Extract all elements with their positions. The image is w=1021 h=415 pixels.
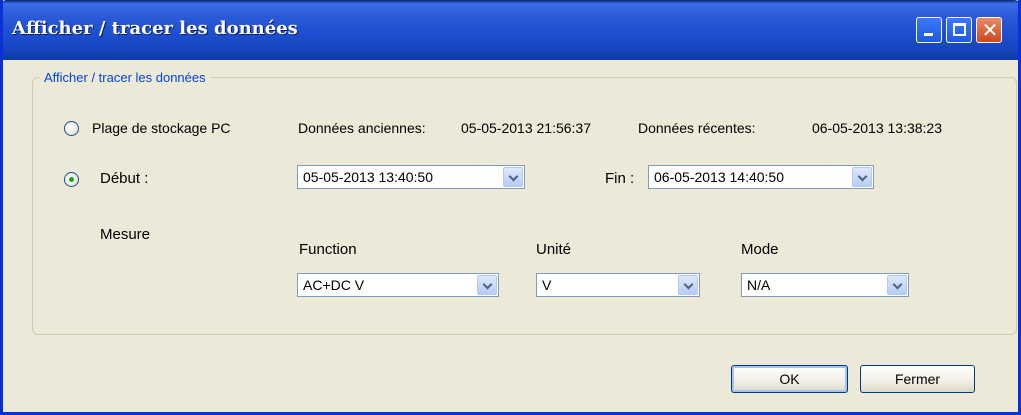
- start-radio-label[interactable]: Début :: [100, 170, 148, 187]
- mode-value: N/A: [747, 277, 771, 293]
- function-label: Function: [299, 241, 357, 258]
- unit-value: V: [542, 277, 552, 293]
- range-radio[interactable]: [64, 121, 79, 136]
- minimize-icon: [924, 33, 933, 36]
- measure-label: Mesure: [100, 226, 151, 243]
- end-date-value: 06-05-2013 14:40:50: [654, 169, 784, 185]
- chevron-down-icon[interactable]: [503, 167, 523, 187]
- range-radio-label[interactable]: Plage de stockage PC: [92, 120, 231, 136]
- start-date-value: 05-05-2013 13:40:50: [303, 169, 433, 185]
- end-label: Fin :: [605, 170, 635, 187]
- chevron-down-icon[interactable]: [852, 167, 872, 187]
- minimize-button[interactable]: [916, 17, 942, 43]
- function-select[interactable]: AC+DC V: [297, 273, 499, 297]
- mode-label: Mode: [741, 241, 779, 258]
- recent-data-value: 06-05-2013 13:38:23: [812, 120, 942, 136]
- chevron-down-icon[interactable]: [477, 275, 497, 295]
- chevron-down-icon[interactable]: [887, 275, 907, 295]
- oldest-data-label: Données anciennes:: [298, 120, 426, 136]
- mode-select[interactable]: N/A: [741, 273, 909, 297]
- close-button[interactable]: Fermer: [860, 365, 975, 393]
- chevron-down-icon[interactable]: [678, 275, 698, 295]
- radio-selected-dot: [69, 177, 74, 182]
- ok-button[interactable]: OK: [731, 365, 848, 393]
- start-date-select[interactable]: 05-05-2013 13:40:50: [297, 165, 525, 189]
- close-window-button[interactable]: ✕: [976, 17, 1002, 43]
- group-legend: Afficher / tracer les données: [40, 70, 210, 85]
- oldest-data-value: 05-05-2013 21:56:37: [461, 120, 591, 136]
- title-bar[interactable]: Afficher / tracer les données ✕: [3, 0, 1018, 60]
- end-date-select[interactable]: 06-05-2013 14:40:50: [648, 165, 874, 189]
- unit-select[interactable]: V: [536, 273, 700, 297]
- recent-data-label: Données récentes:: [638, 120, 756, 136]
- close-icon: ✕: [981, 18, 999, 42]
- start-radio[interactable]: [64, 172, 79, 187]
- window-title: Afficher / tracer les données: [12, 18, 298, 39]
- unit-label: Unité: [536, 241, 572, 258]
- maximize-icon: [953, 23, 966, 36]
- maximize-button[interactable]: [946, 17, 972, 43]
- function-value: AC+DC V: [303, 277, 365, 293]
